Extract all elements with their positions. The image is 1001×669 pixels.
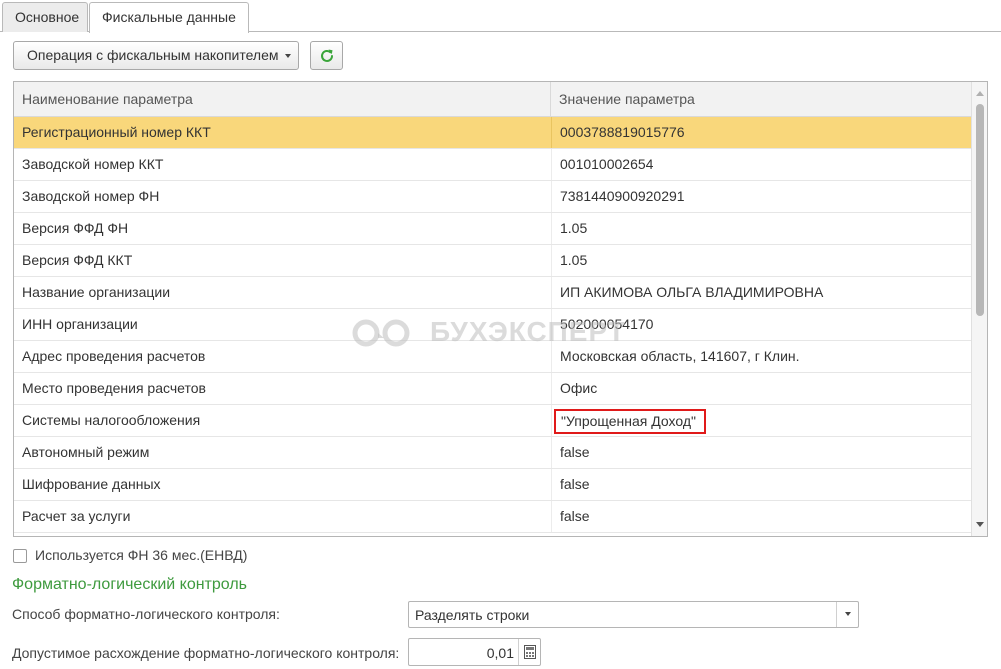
param-name: Автономный режим bbox=[22, 444, 150, 460]
table-body: Регистрационный номер ККТ 00037888190157… bbox=[14, 117, 972, 533]
fiscal-data-form: Основное Фискальные данные Операция с фи… bbox=[0, 0, 1001, 669]
fiscal-operation-label: Операция с фискальным накопителем bbox=[27, 47, 279, 63]
table-scrollbar[interactable] bbox=[971, 82, 987, 536]
param-name: Версия ФФД ККТ bbox=[22, 252, 133, 268]
table-header: Наименование параметра Значение параметр… bbox=[14, 82, 972, 117]
param-value: 7381440900920291 bbox=[551, 181, 972, 212]
table-row[interactable]: Название организации ИП АКИМОВА ОЛЬГА ВЛ… bbox=[14, 277, 972, 309]
table-row[interactable]: Место проведения расчетов Офис bbox=[14, 373, 972, 405]
tab-fiscal-data[interactable]: Фискальные данные bbox=[89, 2, 249, 33]
table-row[interactable]: ИНН организации 502000054170 bbox=[14, 309, 972, 341]
flk-method-dropdown-button[interactable] bbox=[836, 602, 858, 627]
param-value: 1.05 bbox=[551, 245, 972, 276]
table-row[interactable]: Автономный режим false bbox=[14, 437, 972, 469]
param-value: 502000054170 bbox=[551, 309, 972, 340]
tab-bar: Основное Фискальные данные bbox=[0, 0, 1001, 33]
table-row[interactable]: Версия ФФД ФН 1.05 bbox=[14, 213, 972, 245]
param-name: Версия ФФД ФН bbox=[22, 220, 129, 236]
fiscal-operation-dropdown[interactable]: Операция с фискальным накопителем bbox=[13, 41, 299, 70]
column-header-name[interactable]: Наименование параметра bbox=[14, 82, 551, 116]
table-row[interactable]: Заводской номер ККТ 001010002654 bbox=[14, 149, 972, 181]
refresh-button[interactable] bbox=[310, 41, 343, 70]
fiscal-parameters-table: Наименование параметра Значение параметр… bbox=[13, 81, 988, 537]
param-value: "Упрощенная Доход" bbox=[551, 405, 972, 436]
flk-tolerance-value: 0,01 bbox=[486, 645, 514, 661]
table-row[interactable]: Системы налогообложения "Упрощенная Дохо… bbox=[14, 405, 972, 437]
param-value: 0003788819015776 bbox=[551, 117, 972, 148]
scroll-up-icon[interactable] bbox=[976, 91, 984, 96]
flk-method-value: Разделять строки bbox=[415, 607, 530, 623]
param-value: false bbox=[551, 469, 972, 500]
param-value: false bbox=[551, 437, 972, 468]
param-name: Регистрационный номер ККТ bbox=[22, 124, 211, 140]
calculator-icon bbox=[524, 645, 536, 659]
param-name: Шифрование данных bbox=[22, 476, 161, 492]
param-name: ИНН организации bbox=[22, 316, 138, 332]
param-name: Заводской номер ФН bbox=[22, 188, 160, 204]
chevron-down-icon bbox=[845, 612, 851, 616]
scroll-thumb[interactable] bbox=[976, 104, 984, 316]
refresh-icon bbox=[321, 49, 333, 62]
table-row[interactable]: Расчет за услуги false bbox=[14, 501, 972, 533]
fn36-checkbox[interactable] bbox=[13, 549, 27, 563]
param-value: Офис bbox=[551, 373, 972, 404]
param-name: Место проведения расчетов bbox=[22, 380, 206, 396]
param-value: Московская область, 141607, г Клин. bbox=[551, 341, 972, 372]
table-row[interactable]: Шифрование данных false bbox=[14, 469, 972, 501]
flk-method-select[interactable]: Разделять строки bbox=[408, 601, 859, 628]
param-value: ИП АКИМОВА ОЛЬГА ВЛАДИМИРОВНА bbox=[551, 277, 972, 308]
param-name: Системы налогообложения bbox=[22, 412, 201, 428]
param-name: Название организации bbox=[22, 284, 171, 300]
table-row[interactable]: Версия ФФД ККТ 1.05 bbox=[14, 245, 972, 277]
highlighted-tax-system-value: "Упрощенная Доход" bbox=[554, 409, 706, 434]
param-name: Адрес проведения расчетов bbox=[22, 348, 206, 364]
param-name: Расчет за услуги bbox=[22, 508, 131, 524]
fn36-label: Используется ФН 36 мес.(ЕНВД) bbox=[35, 547, 248, 563]
chevron-down-icon bbox=[285, 54, 291, 58]
calculator-button[interactable] bbox=[518, 639, 540, 665]
scroll-down-icon[interactable] bbox=[976, 522, 984, 527]
table-row[interactable]: Адрес проведения расчетов Московская обл… bbox=[14, 341, 972, 373]
param-value: false bbox=[551, 501, 972, 532]
flk-method-label: Способ форматно-логического контроля: bbox=[12, 606, 280, 622]
param-name: Заводской номер ККТ bbox=[22, 156, 164, 172]
column-header-value[interactable]: Значение параметра bbox=[551, 82, 972, 116]
tab-main[interactable]: Основное bbox=[2, 2, 88, 32]
flk-tolerance-input[interactable]: 0,01 bbox=[408, 638, 541, 666]
param-value: 001010002654 bbox=[551, 149, 972, 180]
param-value: 1.05 bbox=[551, 213, 972, 244]
table-row[interactable]: Заводской номер ФН 7381440900920291 bbox=[14, 181, 972, 213]
flk-tolerance-label: Допустимое расхождение форматно-логическ… bbox=[12, 645, 400, 661]
flk-section-title: Форматно-логический контроль bbox=[12, 576, 247, 593]
table-row[interactable]: Регистрационный номер ККТ 00037888190157… bbox=[14, 117, 972, 149]
